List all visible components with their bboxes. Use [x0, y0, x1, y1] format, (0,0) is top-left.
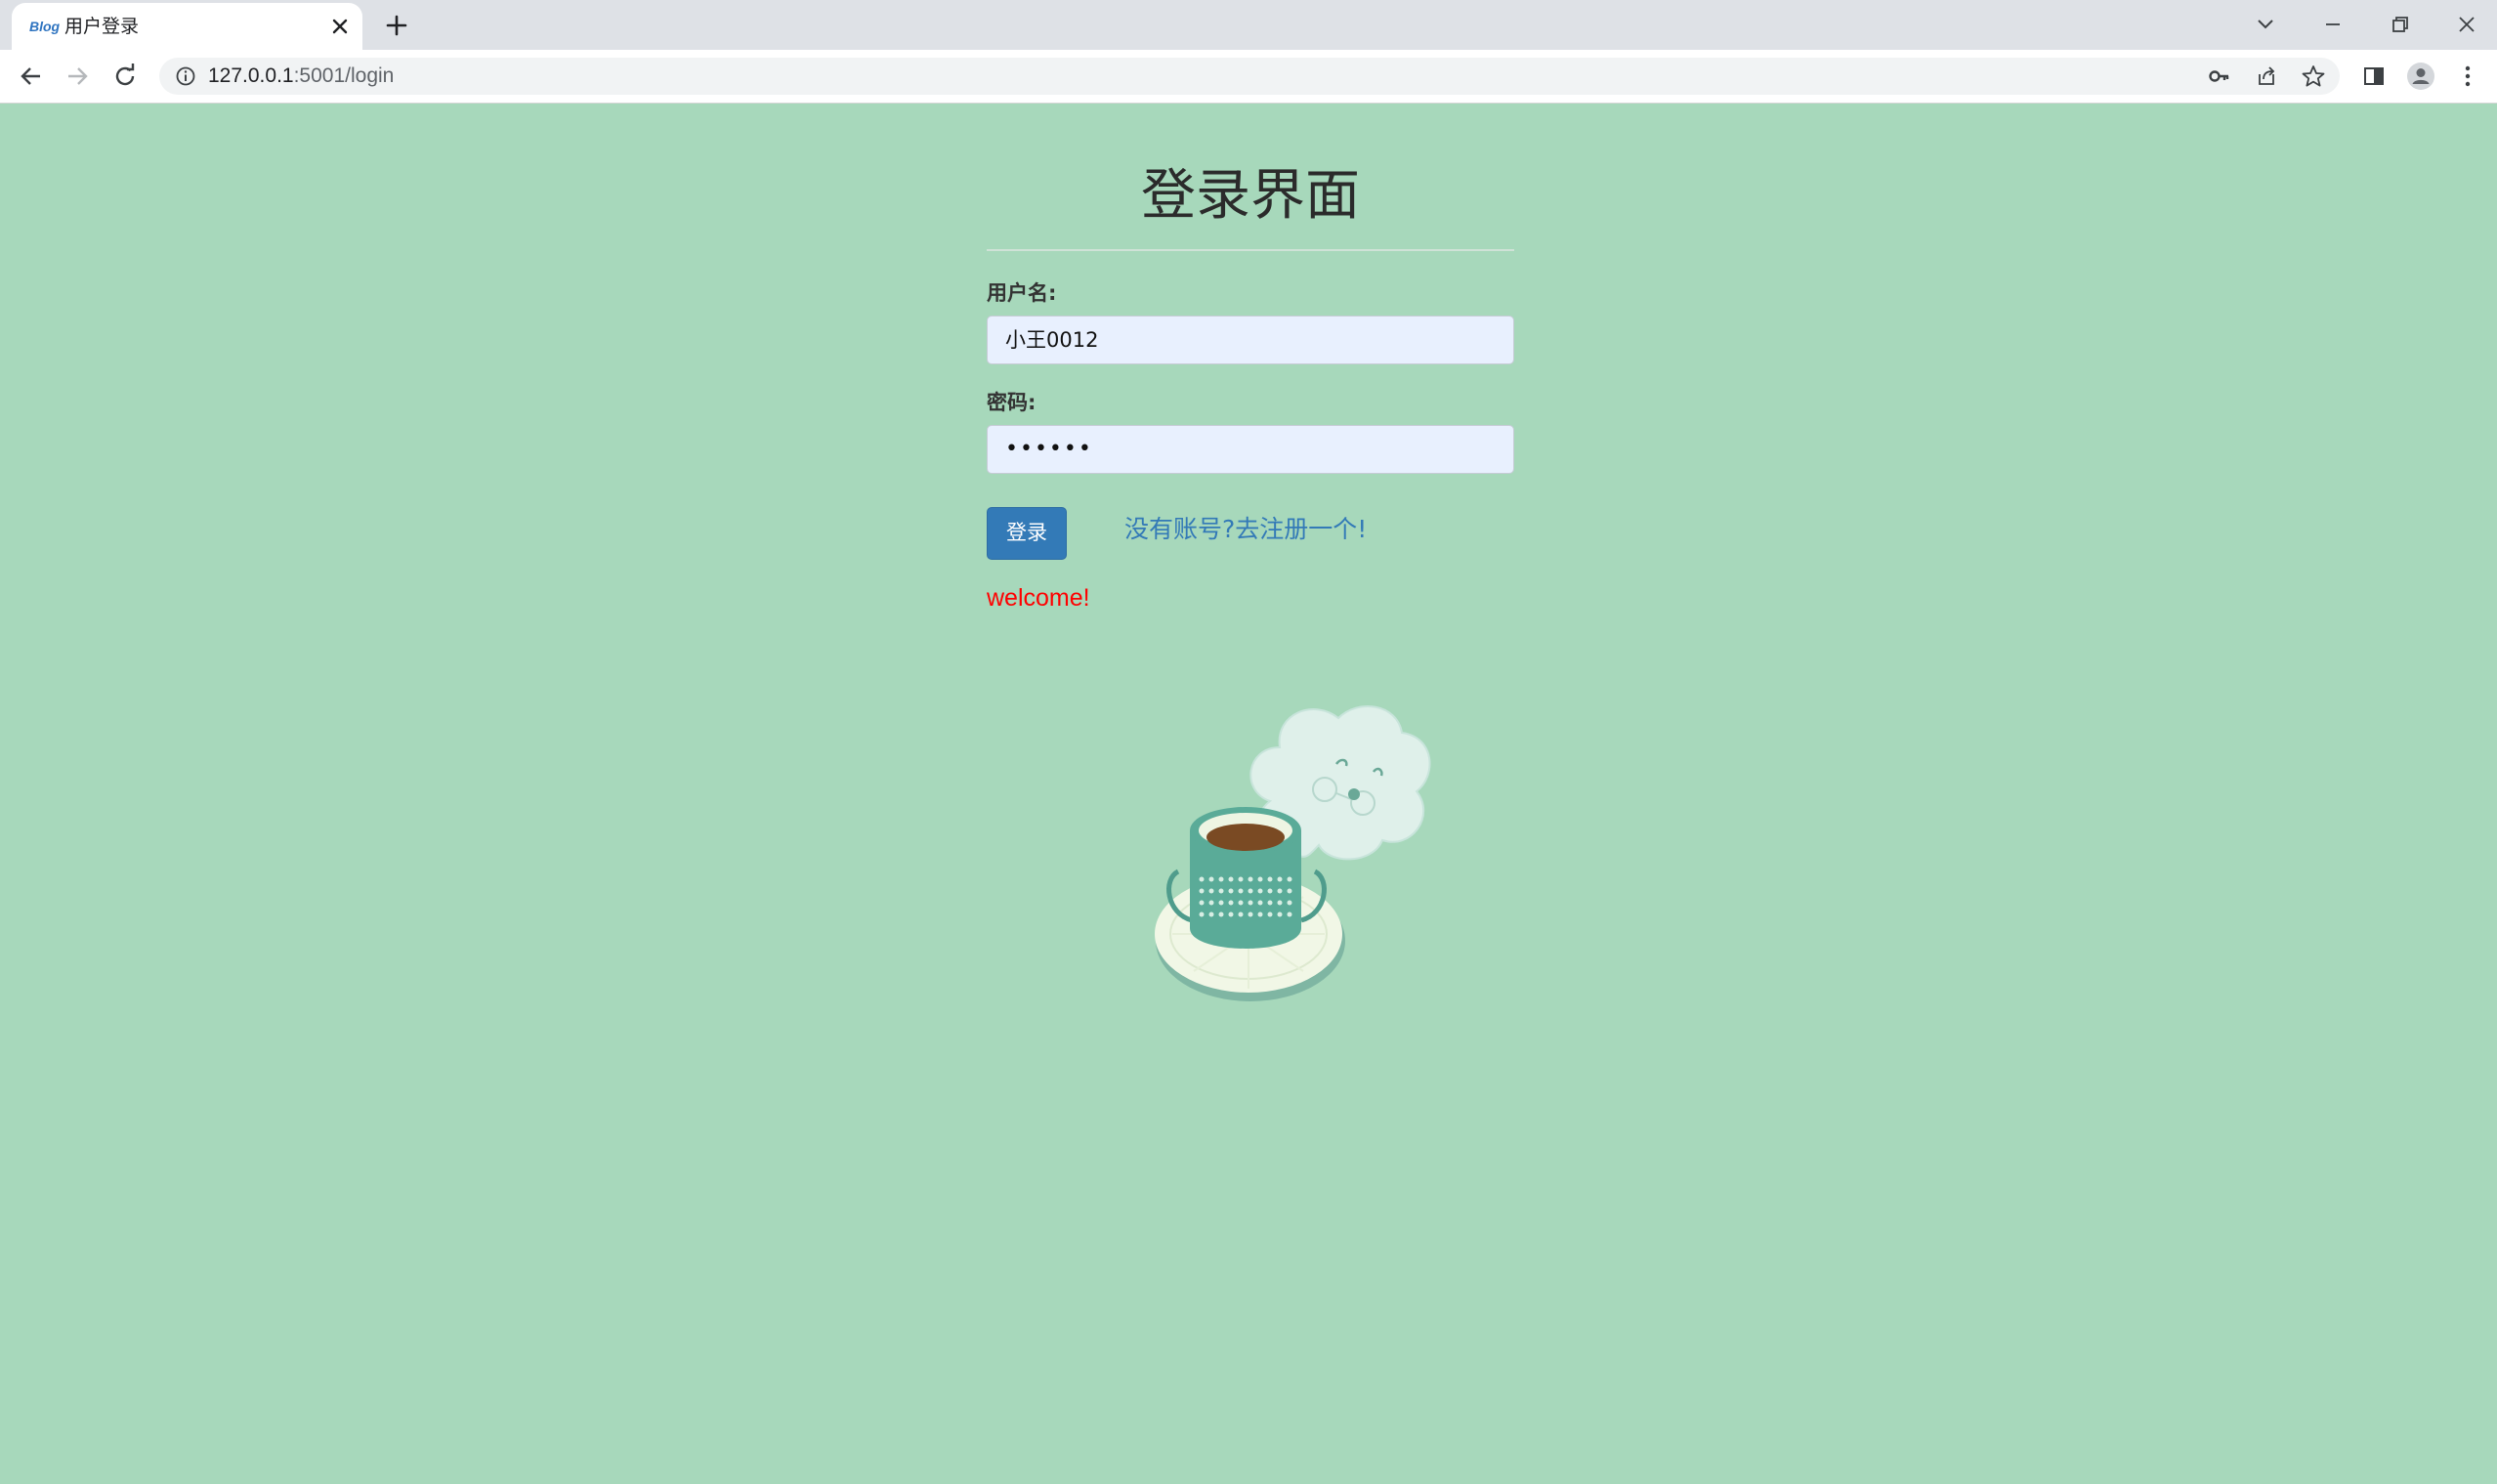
login-form-container: 登录界面 用户名: 小王0012 密码: •••••• 登录 没有账号?去注册一…	[987, 103, 1514, 613]
password-input[interactable]: ••••••	[987, 425, 1514, 474]
register-link[interactable]: 没有账号?去注册一个!	[1124, 515, 1367, 544]
new-tab-icon[interactable]	[381, 10, 412, 41]
title-divider	[987, 249, 1514, 251]
close-window-icon[interactable]	[2450, 8, 2483, 41]
menu-icon[interactable]	[2452, 61, 2483, 92]
tab-search-chevron-icon[interactable]	[2249, 8, 2282, 41]
info-icon[interactable]	[171, 62, 200, 91]
url-path: :5001/login	[293, 64, 395, 87]
password-label: 密码:	[987, 391, 1037, 414]
reload-icon[interactable]	[109, 61, 141, 92]
url-text[interactable]: 127.0.0.1:5001/login	[208, 64, 394, 89]
browser-toolbar: 127.0.0.1:5001/login	[0, 50, 2497, 104]
page-title: 登录界面	[1141, 164, 1360, 228]
forward-arrow-icon[interactable]	[62, 61, 93, 92]
tab-strip: Blog 用户登录	[0, 0, 2497, 50]
side-panel-icon[interactable]	[2358, 61, 2390, 92]
browser-tab[interactable]: Blog 用户登录	[12, 3, 362, 50]
minimize-icon[interactable]	[2316, 8, 2349, 41]
address-bar[interactable]: 127.0.0.1:5001/login	[159, 58, 2340, 95]
star-icon[interactable]	[2299, 62, 2328, 91]
cup-illustration	[1166, 807, 1327, 949]
profile-icon[interactable]	[2405, 61, 2436, 92]
close-tab-icon[interactable]	[326, 13, 354, 40]
form-actions: 登录 没有账号?去注册一个!	[987, 507, 1514, 560]
url-host: 127.0.0.1	[208, 64, 294, 87]
restore-icon[interactable]	[2383, 8, 2416, 41]
username-label: 用户名:	[987, 281, 1057, 305]
share-icon[interactable]	[2252, 62, 2281, 91]
username-input[interactable]: 小王0012	[987, 316, 1514, 364]
welcome-message: welcome!	[987, 584, 1090, 612]
back-arrow-icon[interactable]	[16, 61, 47, 92]
blog-favicon-icon: Blog	[29, 19, 61, 34]
key-icon[interactable]	[2205, 62, 2234, 91]
login-button[interactable]: 登录	[987, 507, 1067, 560]
tab-title: 用户登录	[64, 16, 140, 37]
coffee-cup-illustration	[1155, 705, 1431, 1001]
